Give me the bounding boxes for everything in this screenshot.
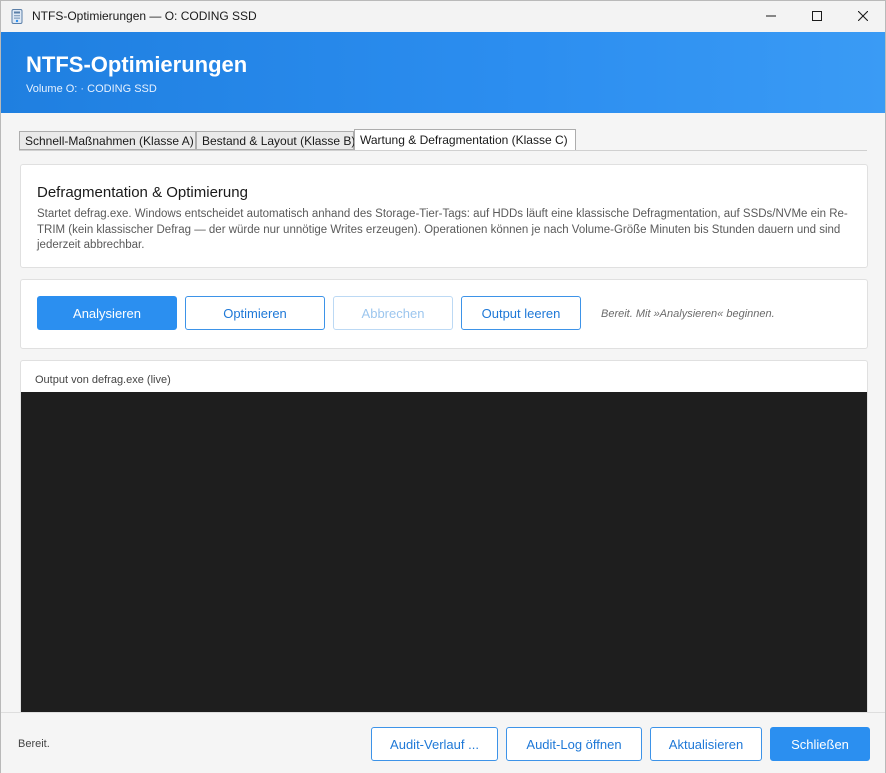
- defrag-output-console[interactable]: [21, 392, 867, 713]
- tab-inventory-layout[interactable]: Bestand & Layout (Klasse B): [196, 131, 355, 150]
- actions-card: Analysieren Optimieren Abbrechen Output …: [20, 279, 868, 349]
- clear-output-button[interactable]: Output leeren: [461, 296, 581, 330]
- cancel-button: Abbrechen: [333, 296, 453, 330]
- refresh-button[interactable]: Aktualisieren: [650, 727, 762, 761]
- info-card: Defragmentation & Optimierung Startet de…: [20, 164, 868, 268]
- tab-divider: [19, 150, 867, 151]
- page-title: NTFS-Optimierungen: [26, 52, 248, 77]
- window-title: NTFS-Optimierungen — O: CODING SSD: [32, 9, 257, 23]
- action-status-hint: Bereit. Mit »Analysieren« beginnen.: [601, 308, 775, 320]
- analyze-button[interactable]: Analysieren: [37, 296, 177, 330]
- title-bar[interactable]: NTFS-Optimierungen — O: CODING SSD: [1, 1, 885, 32]
- maximize-icon: [812, 8, 822, 26]
- app-icon: [11, 9, 23, 24]
- minimize-button[interactable]: [748, 1, 794, 32]
- footer-bar: Bereit. Audit-Verlauf ... Audit-Log öffn…: [1, 712, 885, 773]
- tab-quick-measures[interactable]: Schnell-Maßnahmen (Klasse A): [19, 131, 196, 150]
- section-title: Defragmentation & Optimierung: [37, 184, 248, 201]
- optimize-button[interactable]: Optimieren: [185, 296, 325, 330]
- footer-status: Bereit.: [18, 738, 50, 750]
- output-card: Output von defrag.exe (live): [20, 360, 868, 714]
- volume-subtitle: Volume O: · CODING SSD: [26, 83, 157, 95]
- minimize-icon: [766, 8, 776, 26]
- app-window: NTFS-Optimierungen — O: CODING SSD NTFS-…: [0, 0, 886, 773]
- header-banner: NTFS-Optimierungen Volume O: · CODING SS…: [1, 32, 885, 113]
- output-label: Output von defrag.exe (live): [35, 374, 171, 386]
- tab-maintenance-defrag[interactable]: Wartung & Defragmentation (Klasse C): [354, 129, 576, 151]
- close-button[interactable]: Schließen: [770, 727, 870, 761]
- open-audit-log-button[interactable]: Audit-Log öffnen: [506, 727, 642, 761]
- maximize-button[interactable]: [794, 1, 840, 32]
- close-icon: [857, 8, 869, 26]
- close-window-button[interactable]: [840, 1, 886, 32]
- audit-history-button[interactable]: Audit-Verlauf ...: [371, 727, 498, 761]
- section-description: Startet defrag.exe. Windows entscheidet …: [37, 208, 848, 251]
